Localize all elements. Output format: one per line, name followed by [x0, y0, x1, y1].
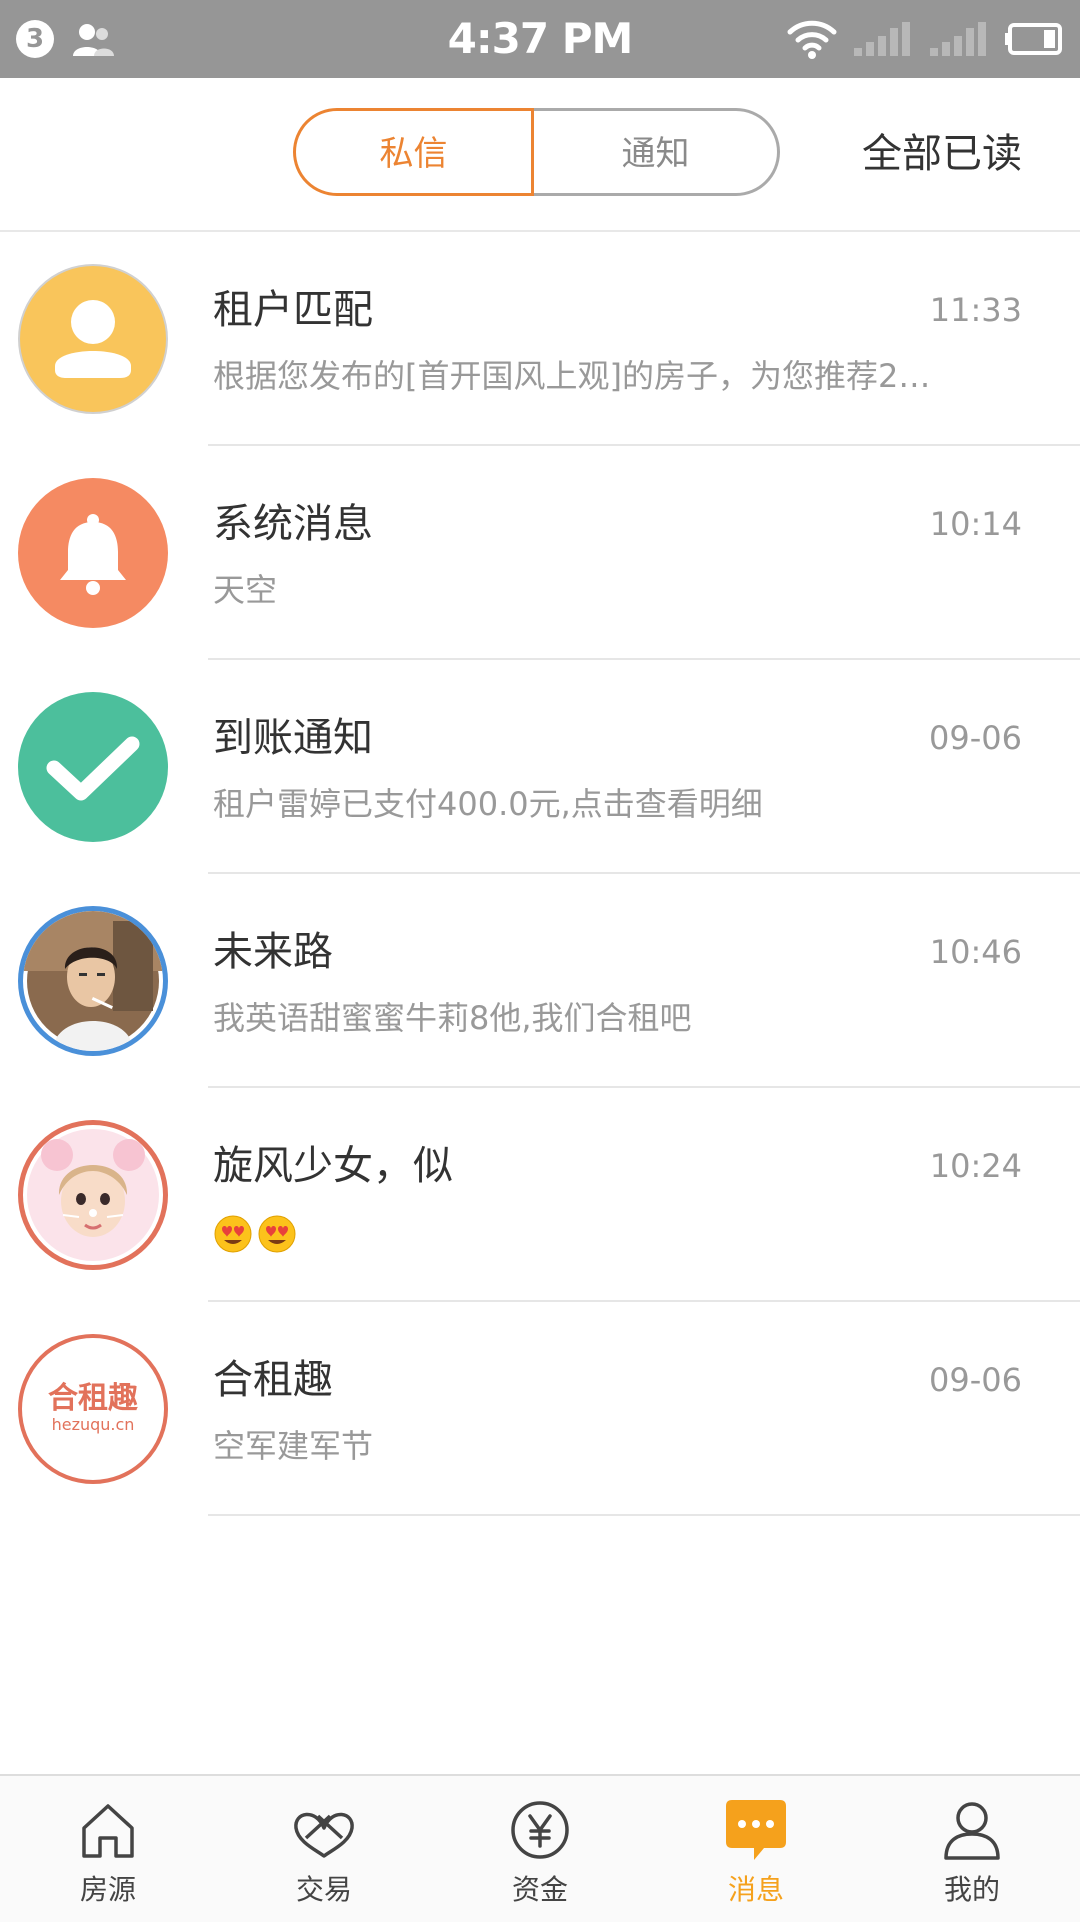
tab-private-messages[interactable]: 私信	[293, 108, 534, 196]
list-item[interactable]: 合租趣 hezuqu.cn 合租趣 09-06 空军建军节	[0, 1302, 1080, 1516]
conversation-name: 系统消息	[213, 501, 373, 547]
message-time: 10:46	[929, 933, 1022, 971]
list-item[interactable]: 租户匹配 11:33 根据您发布的[首开国风上观]的房子，为您推荐2…	[0, 232, 1080, 446]
divider	[208, 1514, 1080, 1516]
logo-text-cn: 合租趣	[48, 1381, 138, 1416]
avatar	[18, 692, 168, 842]
conversation-name: 旋风少女，似	[213, 1143, 453, 1189]
message-time: 10:14	[929, 505, 1022, 543]
bell-icon	[60, 514, 126, 595]
nav-item-profile[interactable]: 我的	[864, 1776, 1080, 1922]
list-item[interactable]: 系统消息 10:14 天空	[0, 446, 1080, 660]
handshake-icon	[294, 1812, 354, 1858]
nav-item-transactions[interactable]: 交易	[216, 1776, 432, 1922]
message-time: 09-06	[929, 719, 1022, 757]
checkmark-icon	[46, 736, 140, 801]
profile-icon	[944, 1802, 1000, 1860]
nav-item-listings[interactable]: 房源	[0, 1776, 216, 1922]
nav-item-messages[interactable]: 消息	[648, 1776, 864, 1922]
avatar: 合租趣 hezuqu.cn	[18, 1334, 168, 1484]
message-preview: 根据您发布的[首开国风上观]的房子，为您推荐2…	[213, 357, 931, 395]
message-list: 租户匹配 11:33 根据您发布的[首开国风上观]的房子，为您推荐2… 系统消息…	[0, 232, 1080, 1516]
message-preview: 空军建军节	[213, 1427, 374, 1465]
message-preview: 租户雷婷已支付400.0元,点击查看明细	[213, 785, 763, 823]
yuan-icon	[511, 1801, 569, 1859]
message-time: 11:33	[929, 291, 1022, 329]
mark-all-read-button[interactable]: 全部已读	[862, 126, 1022, 182]
house-icon	[82, 1804, 134, 1858]
list-item[interactable]: 未来路 10:46 我英语甜蜜蜜牛莉8他,我们合租吧	[0, 874, 1080, 1088]
avatar	[18, 478, 168, 628]
nav-label: 交易	[295, 1873, 352, 1906]
user-photo	[27, 1129, 159, 1261]
conversation-name: 未来路	[213, 929, 333, 975]
list-item[interactable]: 到账通知 09-06 租户雷婷已支付400.0元,点击查看明细	[0, 660, 1080, 874]
message-preview: 我英语甜蜜蜜牛莉8他,我们合租吧	[213, 999, 692, 1037]
logo-text-en: hezuqu.cn	[52, 1415, 135, 1434]
person-icon	[55, 300, 131, 378]
tab-notifications[interactable]: 通知	[534, 108, 780, 196]
message-preview: 天空	[213, 571, 278, 609]
avatar	[18, 1120, 168, 1270]
message-type-switch: 私信 通知	[293, 108, 783, 200]
nav-label: 消息	[727, 1873, 784, 1906]
user-photo	[23, 911, 163, 1051]
message-time: 09-06	[929, 1361, 1022, 1399]
message-icon	[726, 1800, 786, 1860]
conversation-name: 到账通知	[213, 715, 373, 761]
conversation-name: 合租趣	[213, 1357, 333, 1403]
status-bar: 3 4:37 PM	[0, 0, 1080, 78]
nav-label: 房源	[79, 1873, 136, 1906]
nav-label: 资金	[511, 1873, 568, 1906]
list-item[interactable]: 旋风少女，似 10:24	[0, 1088, 1080, 1302]
bottom-nav: 房源 交易 资金 消息 我的	[0, 1774, 1080, 1922]
header: 私信 通知 全部已读	[0, 78, 1080, 232]
heart-eyes-emoji-icon	[214, 1215, 252, 1253]
conversation-name: 租户匹配	[213, 287, 373, 333]
signal-sim2-icon	[930, 22, 986, 56]
avatar	[18, 906, 168, 1056]
nav-label: 我的	[943, 1873, 1000, 1906]
nav-item-funds[interactable]: 资金	[432, 1776, 648, 1922]
avatar	[18, 264, 168, 414]
message-time: 10:24	[929, 1147, 1022, 1185]
status-time: 4:37 PM	[447, 14, 634, 63]
signal-sim1-icon	[854, 22, 910, 56]
hezuqu-logo: 合租趣 hezuqu.cn	[48, 1381, 138, 1434]
wifi-icon	[787, 20, 837, 59]
heart-eyes-emoji-icon	[258, 1215, 296, 1253]
battery-icon	[1005, 23, 1062, 55]
message-preview	[213, 1208, 1013, 1256]
